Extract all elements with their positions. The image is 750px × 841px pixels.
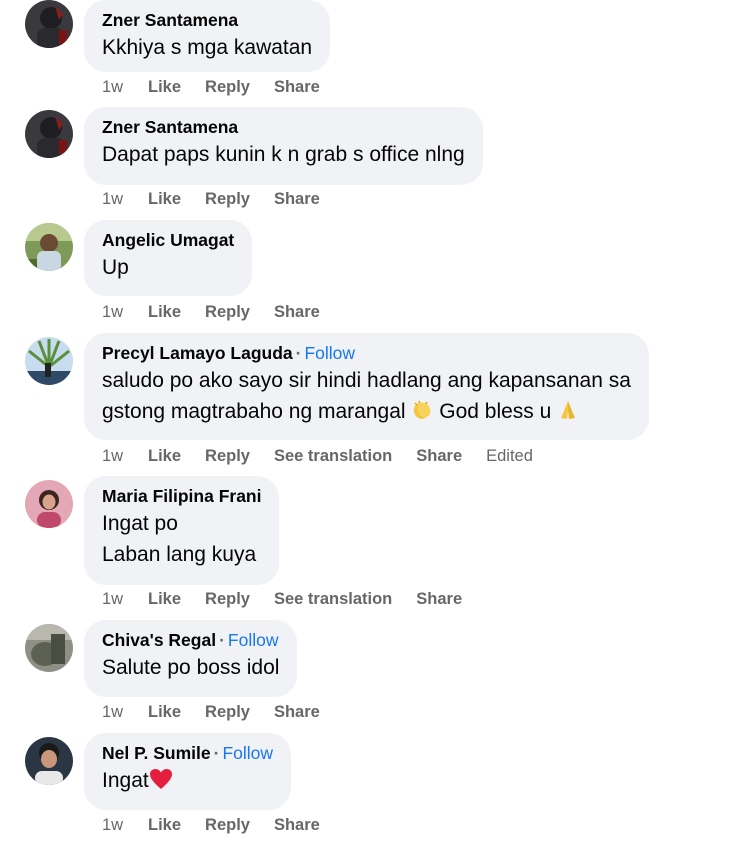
comment-bubble: Precyl Lamayo Laguda · Follow saludo po ak… xyxy=(84,333,649,440)
comment-bubble: Nel P. Sumile · Follow Ingat xyxy=(84,733,292,810)
comment-text: saludo po ako sayo sir hindi hadlang ang… xyxy=(102,369,631,392)
comment-text: Kkhiya s mga kawatan xyxy=(102,36,313,59)
like-button[interactable]: Like xyxy=(148,590,181,609)
avatar[interactable] xyxy=(25,737,73,785)
comment-bubble: Zner Santamena Dapat paps kunin k n grab… xyxy=(84,107,483,185)
portrait-man-avatar-icon xyxy=(25,737,73,785)
comment-text: Dapat paps kunin k n grab s office nlng xyxy=(102,143,465,166)
share-button[interactable]: Share xyxy=(274,816,320,835)
comment-author[interactable]: Angelic Umagat xyxy=(102,230,234,250)
reply-button[interactable]: Reply xyxy=(205,190,250,209)
comment-actions: 1w Like Reply Share xyxy=(102,303,344,322)
comment-actions: 1w Like Reply Share xyxy=(102,816,344,835)
reply-button[interactable]: Reply xyxy=(205,78,250,97)
comment-author[interactable]: Precyl Lamayo Laguda xyxy=(102,343,293,363)
clapping-hands-icon xyxy=(411,399,433,430)
see-translation-button[interactable]: See translation xyxy=(274,590,392,609)
comment-text: Ingat xyxy=(102,769,149,792)
comment-author[interactable]: Zner Santamena xyxy=(102,117,238,137)
person-dark-avatar-icon xyxy=(25,110,73,158)
comment-author[interactable]: Chiva's Regal xyxy=(102,630,216,650)
follow-button[interactable]: Follow xyxy=(228,630,279,650)
comment-text: Ingat po xyxy=(102,512,178,535)
comment-bubble: Chiva's Regal · Follow Salute po boss idol xyxy=(84,620,298,697)
reply-button[interactable]: Reply xyxy=(205,703,250,722)
landscape-grey-avatar-icon xyxy=(25,624,73,672)
comment-author[interactable]: Maria Filipina Frani xyxy=(102,486,261,506)
comment-author[interactable]: Nel P. Sumile xyxy=(102,743,211,763)
share-button[interactable]: Share xyxy=(274,190,320,209)
avatar[interactable] xyxy=(25,223,73,271)
share-button[interactable]: Share xyxy=(274,703,320,722)
comment-actions: 1w Like Reply See translation Share Edit… xyxy=(102,447,533,466)
comment-timestamp[interactable]: 1w xyxy=(102,78,148,97)
comment-timestamp[interactable]: 1w xyxy=(102,703,148,722)
comment-text: Up xyxy=(102,256,129,279)
separator-dot: · xyxy=(213,743,220,763)
comment-bubble: Zner Santamena Kkhiya s mga kawatan xyxy=(84,0,331,72)
reply-button[interactable]: Reply xyxy=(205,816,250,835)
comment-actions: 1w Like Reply Share xyxy=(102,78,344,97)
like-button[interactable]: Like xyxy=(148,78,181,97)
separator-dot: · xyxy=(219,630,225,650)
follow-button[interactable]: Follow xyxy=(222,743,273,763)
comment-actions: 1w Like Reply Share xyxy=(102,190,344,209)
comment-author[interactable]: Zner Santamena xyxy=(102,10,238,30)
comment-text-line: gstong magtrabaho ng marangal God bless … xyxy=(102,396,631,430)
outdoor-green-avatar-icon xyxy=(25,223,73,271)
comment-timestamp[interactable]: 1w xyxy=(102,590,148,609)
comment-text: Salute po boss idol xyxy=(102,656,280,679)
red-heart-icon xyxy=(149,768,173,799)
avatar[interactable] xyxy=(25,480,73,528)
like-button[interactable]: Like xyxy=(148,447,181,466)
edited-label[interactable]: Edited xyxy=(486,447,533,466)
follow-button[interactable]: Follow xyxy=(304,343,355,363)
comment-timestamp[interactable]: 1w xyxy=(102,190,148,209)
comment-timestamp[interactable]: 1w xyxy=(102,447,148,466)
comment-actions: 1w Like Reply See translation Share xyxy=(102,590,486,609)
reply-button[interactable]: Reply xyxy=(205,590,250,609)
avatar[interactable] xyxy=(25,110,73,158)
comment-bubble: Maria Filipina Frani Ingat po Laban lang… xyxy=(84,476,280,585)
separator-dot: · xyxy=(295,343,302,363)
comment-text-line: Ingat xyxy=(102,765,273,799)
reply-button[interactable]: Reply xyxy=(205,303,250,322)
comment-text: gstong magtrabaho ng marangal xyxy=(102,400,406,423)
share-button[interactable]: Share xyxy=(274,78,320,97)
share-button[interactable]: Share xyxy=(416,447,462,466)
sky-avatar-icon xyxy=(25,337,73,385)
avatar[interactable] xyxy=(25,337,73,385)
folded-hands-icon xyxy=(557,399,579,430)
like-button[interactable]: Like xyxy=(148,303,181,322)
comment-text: God bless u xyxy=(439,400,552,423)
like-button[interactable]: Like xyxy=(148,816,181,835)
like-button[interactable]: Like xyxy=(148,190,181,209)
portrait-pink-avatar-icon xyxy=(25,480,73,528)
share-button[interactable]: Share xyxy=(416,590,462,609)
comment-bubble: Angelic Umagat Up xyxy=(84,220,253,296)
comment-timestamp[interactable]: 1w xyxy=(102,303,148,322)
avatar[interactable] xyxy=(25,0,73,48)
see-translation-button[interactable]: See translation xyxy=(274,447,392,466)
avatar[interactable] xyxy=(25,624,73,672)
comment-actions: 1w Like Reply Share xyxy=(102,703,344,722)
comment-text: Laban lang kuya xyxy=(102,543,257,566)
like-button[interactable]: Like xyxy=(148,703,181,722)
share-button[interactable]: Share xyxy=(274,303,320,322)
person-dark-avatar-icon xyxy=(25,0,73,48)
reply-button[interactable]: Reply xyxy=(205,447,250,466)
comment-timestamp[interactable]: 1w xyxy=(102,816,148,835)
